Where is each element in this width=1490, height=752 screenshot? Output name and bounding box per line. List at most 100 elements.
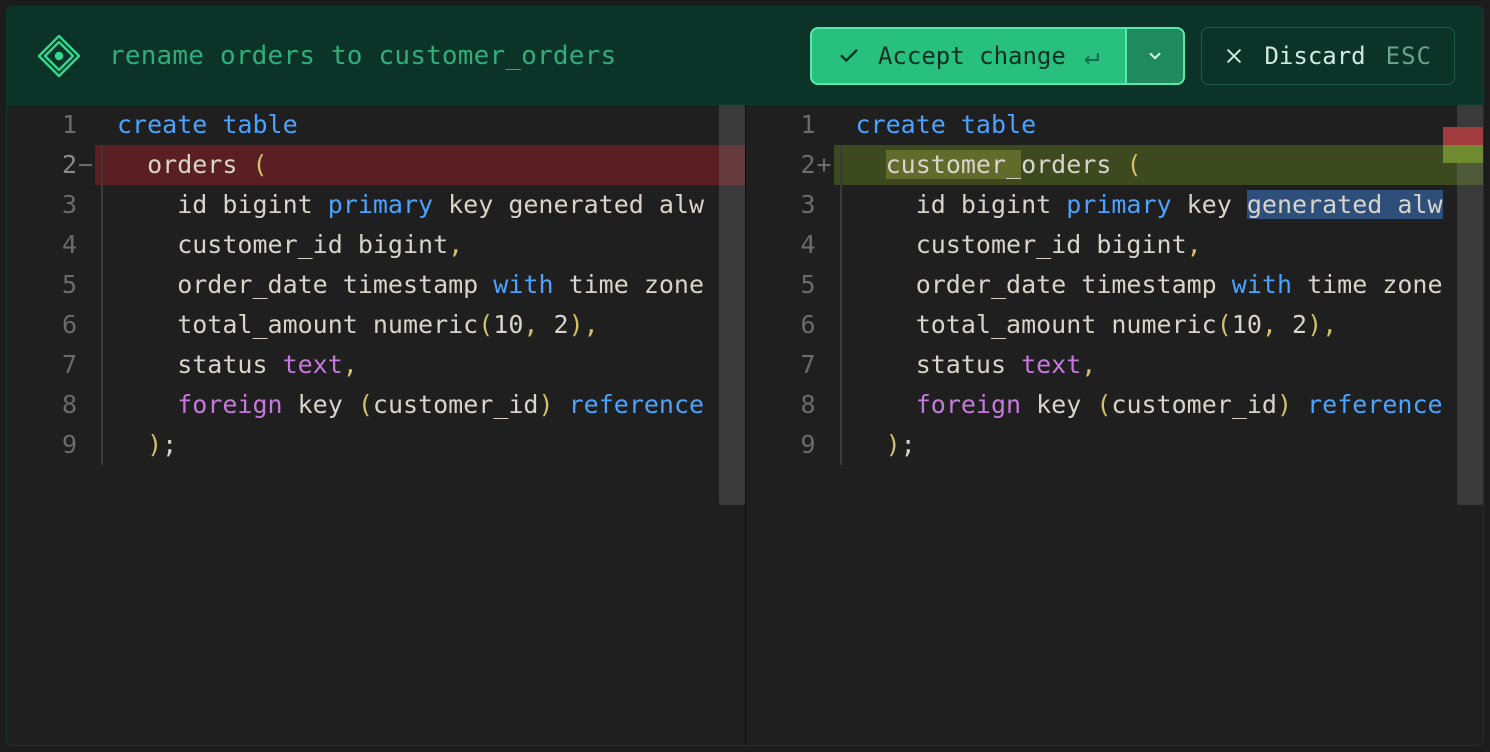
code-content[interactable]: status text, (95, 345, 745, 385)
token-paren: ( (1096, 390, 1111, 419)
code-modified[interactable]: 1create table2+ customer_orders (3 id bi… (746, 105, 1484, 465)
token-plain: order_date timestamp (117, 270, 493, 299)
code-content[interactable]: customer_orders ( (834, 145, 1484, 185)
token-paren: ( (252, 150, 267, 179)
token-plain: time zone (1292, 270, 1443, 299)
code-content[interactable]: create table (95, 105, 745, 145)
token-plain: key (283, 390, 358, 419)
indent-guide (840, 145, 842, 185)
diff-header: rename orders to customer_orders Accept … (7, 7, 1483, 105)
token-paren: ) (569, 310, 584, 339)
code-line[interactable]: 1create table (7, 105, 745, 145)
code-line[interactable]: 5 order_date timestamp with time zone (746, 265, 1484, 305)
token-punc: , (523, 310, 553, 339)
code-content[interactable]: customer_id bigint, (834, 225, 1484, 265)
code-content[interactable]: id bigint primary key generated alw (95, 185, 745, 225)
code-content[interactable]: total_amount numeric(10, 2), (95, 305, 745, 345)
token-plain: total_amount numeric (856, 310, 1217, 339)
accept-dropdown-button[interactable] (1127, 27, 1185, 85)
esc-key-hint: ESC (1386, 42, 1432, 70)
diff-pane-original[interactable]: 1create table2− orders (3 id bigint prim… (7, 105, 746, 745)
code-content[interactable]: order_date timestamp with time zone (95, 265, 745, 305)
code-line[interactable]: 8 foreign key (customer_id) reference (7, 385, 745, 425)
code-content[interactable]: order_date timestamp with time zone (834, 265, 1484, 305)
token-plain (856, 430, 886, 459)
scrollbar-vertical[interactable] (719, 105, 745, 745)
code-content[interactable]: ); (95, 425, 745, 465)
code-line[interactable]: 6 total_amount numeric(10, 2), (746, 305, 1484, 345)
code-content[interactable]: ); (834, 425, 1484, 465)
scrollbar-vertical[interactable] (1457, 105, 1483, 745)
token-kw: create table (856, 110, 1037, 139)
token-paren: ) (886, 430, 901, 459)
ai-diamond-icon (37, 34, 81, 78)
token-punc: , (448, 230, 463, 259)
token-paren: ) (538, 390, 553, 419)
code-line[interactable]: 6 total_amount numeric(10, 2), (7, 305, 745, 345)
line-number: 4 (746, 225, 834, 265)
accept-button-group: Accept change ↵ (810, 27, 1186, 85)
code-content[interactable]: id bigint primary key generated alw (834, 185, 1484, 225)
token-plain: status (117, 350, 283, 379)
ai-prompt-text: rename orders to customer_orders (109, 41, 616, 71)
code-line[interactable]: 7 status text, (746, 345, 1484, 385)
code-line[interactable]: 3 id bigint primary key generated alw (7, 185, 745, 225)
code-content[interactable]: total_amount numeric(10, 2), (834, 305, 1484, 345)
diff-pane-modified[interactable]: 1create table2+ customer_orders (3 id bi… (746, 105, 1484, 745)
token-plain: status (856, 350, 1022, 379)
token-kw2: text (283, 350, 343, 379)
line-number: 3 (746, 185, 834, 225)
code-content[interactable]: foreign key (customer_id) reference (834, 385, 1484, 425)
accept-button[interactable]: Accept change ↵ (810, 27, 1128, 85)
line-number: 7 (7, 345, 95, 385)
token-paren: ( (1126, 150, 1141, 179)
line-number: 9 (7, 425, 95, 465)
token-plain: key (1172, 190, 1247, 219)
diff-panel: rename orders to customer_orders Accept … (6, 6, 1484, 746)
code-line[interactable]: 9 ); (7, 425, 745, 465)
token-punc: , (1187, 230, 1202, 259)
code-line[interactable]: 7 status text, (7, 345, 745, 385)
overview-ruler[interactable] (1443, 127, 1483, 163)
line-number: 3 (7, 185, 95, 225)
scrollbar-thumb[interactable] (1457, 105, 1483, 505)
code-line[interactable]: 4 customer_id bigint, (746, 225, 1484, 265)
indent-guide (840, 185, 842, 225)
code-line[interactable]: 4 customer_id bigint, (7, 225, 745, 265)
indent-guide (840, 345, 842, 385)
code-line[interactable]: 3 id bigint primary key generated alw (746, 185, 1484, 225)
diff-deleted-mark: − (78, 145, 93, 185)
token-plain (856, 390, 916, 419)
code-content[interactable]: create table (834, 105, 1484, 145)
token-kw2: foreign (916, 390, 1021, 419)
token-punc: , (584, 310, 599, 339)
code-content[interactable]: status text, (834, 345, 1484, 385)
line-number: 6 (746, 305, 834, 345)
token-punc: , (1081, 350, 1096, 379)
code-line[interactable]: 9 ); (746, 425, 1484, 465)
code-content[interactable]: foreign key (customer_id) reference (95, 385, 745, 425)
token-plain: id bigint (856, 190, 1067, 219)
indent-guide (101, 145, 103, 185)
token-plain (554, 390, 569, 419)
code-content[interactable]: customer_id bigint, (95, 225, 745, 265)
token-semi: ; (162, 430, 177, 459)
token-kw: with (1232, 270, 1292, 299)
token-kw: primary (328, 190, 433, 219)
code-line[interactable]: 5 order_date timestamp with time zone (7, 265, 745, 305)
token-plain: 10 (493, 310, 523, 339)
token-plain: 10 (1232, 310, 1262, 339)
overview-marker-deleted (1443, 127, 1483, 145)
code-line[interactable]: 1create table (746, 105, 1484, 145)
discard-button[interactable]: Discard ESC (1201, 27, 1455, 85)
line-number: 9 (746, 425, 834, 465)
scrollbar-thumb[interactable] (719, 105, 745, 505)
code-line[interactable]: 2+ customer_orders ( (746, 145, 1484, 185)
code-content[interactable]: orders ( (95, 145, 745, 185)
line-number: 8 (7, 385, 95, 425)
token-kw2: text (1021, 350, 1081, 379)
code-line[interactable]: 2− orders ( (7, 145, 745, 185)
token-plain: id bigint (117, 190, 328, 219)
code-original[interactable]: 1create table2− orders (3 id bigint prim… (7, 105, 745, 465)
code-line[interactable]: 8 foreign key (customer_id) reference (746, 385, 1484, 425)
